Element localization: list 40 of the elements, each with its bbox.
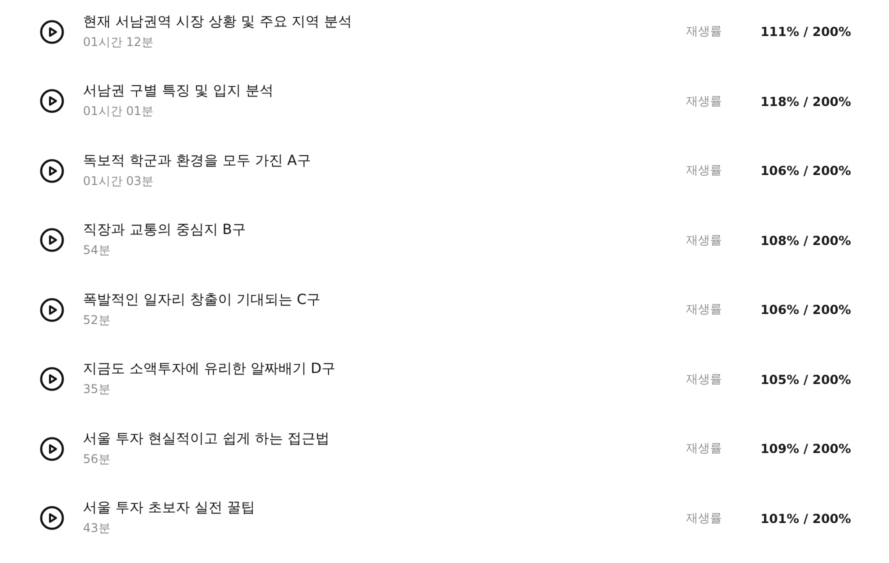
play-icon[interactable] <box>40 298 64 322</box>
playback-rate-value: 106% / 200% <box>759 163 851 178</box>
lesson-title[interactable]: 서울 투자 현실적이고 쉽게 하는 접근법 <box>83 430 686 448</box>
lesson-title[interactable]: 독보적 학군과 환경을 모두 가진 A구 <box>83 152 686 170</box>
playback-rate-label: 재생률 <box>686 232 723 249</box>
play-icon[interactable] <box>40 20 64 44</box>
lesson-duration: 35분 <box>83 381 112 398</box>
lesson-title[interactable]: 직장과 교통의 중심지 B구 <box>83 221 686 240</box>
playback-rate-value: 118% / 200% <box>759 94 851 109</box>
lesson-title[interactable]: 지금도 소액투자에 유리한 알짜배기 D구 <box>83 360 686 378</box>
playback-rate-value: 106% / 200% <box>759 302 851 318</box>
playback-rate-label: 재생률 <box>686 92 723 110</box>
lesson-duration: 01시간 03분 <box>83 172 154 190</box>
playback-rate-label: 재생률 <box>686 510 723 527</box>
playback-rate-value: 108% / 200% <box>759 232 851 248</box>
play-icon[interactable] <box>40 367 64 392</box>
play-icon[interactable] <box>40 228 64 252</box>
lesson-duration: 52분 <box>83 312 112 329</box>
playback-rate-value: 105% / 200% <box>759 372 851 387</box>
lesson-duration: 54분 <box>83 242 112 260</box>
lesson-duration: 56분 <box>83 450 112 468</box>
play-icon[interactable] <box>40 436 64 461</box>
play-icon[interactable] <box>40 89 64 114</box>
lesson-title[interactable]: 서남권 구별 특징 및 입지 분석 <box>83 82 686 100</box>
lesson-title[interactable]: 현재 서남권역 시장 상황 및 주요 지역 분석 <box>83 12 686 31</box>
playback-rate-label: 재생률 <box>686 301 723 318</box>
playback-rate-value: 101% / 200% <box>759 510 851 526</box>
lesson-duration: 01시간 01분 <box>83 103 154 120</box>
lesson-title[interactable]: 폭발적인 일자리 창출이 기대되는 C구 <box>83 290 686 309</box>
lesson-title[interactable]: 서울 투자 초보자 실전 꿀팁 <box>83 499 686 518</box>
playback-rate-value: 109% / 200% <box>759 441 851 456</box>
playback-rate-label: 재생률 <box>686 162 723 180</box>
playback-rate-label: 재생률 <box>686 440 723 458</box>
play-icon[interactable] <box>40 506 64 530</box>
playback-rate-label: 재생률 <box>686 370 723 388</box>
lesson-duration: 01시간 12분 <box>83 34 154 51</box>
play-icon[interactable] <box>40 158 64 183</box>
playback-rate-label: 재생률 <box>686 23 723 40</box>
lesson-duration: 43분 <box>83 520 112 538</box>
playback-rate-value: 111% / 200% <box>759 24 851 40</box>
